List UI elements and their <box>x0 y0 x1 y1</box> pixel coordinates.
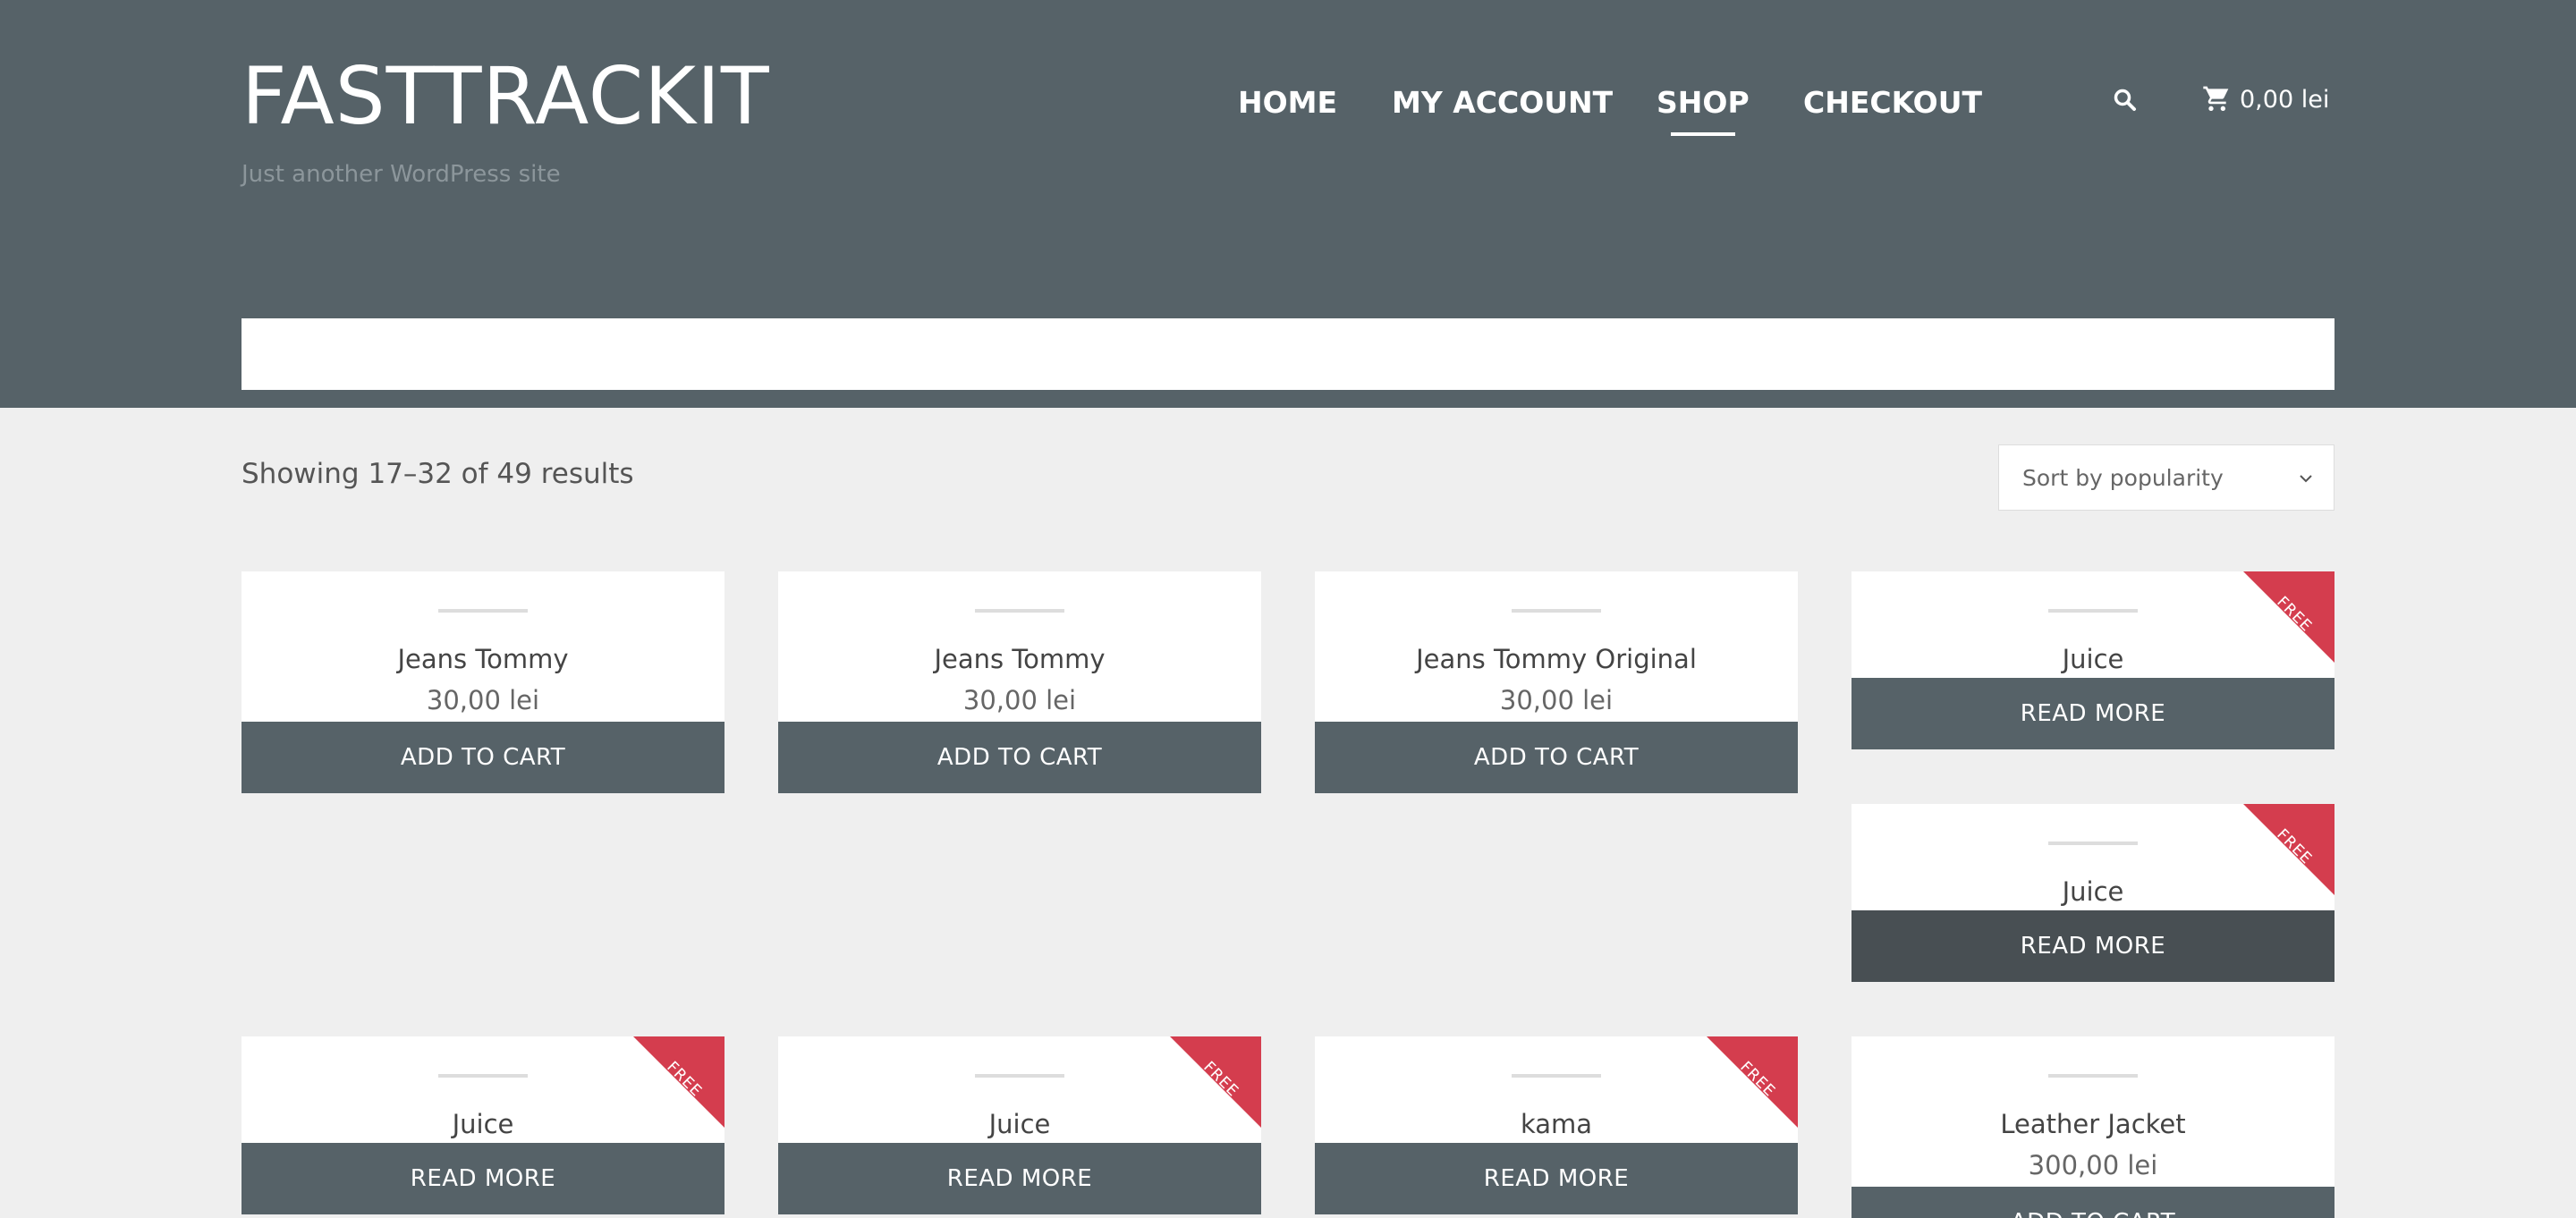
divider <box>1512 609 1601 613</box>
product-card[interactable]: Jeans Tommy Original 30,00 lei ADD TO CA… <box>1315 571 1798 793</box>
read-more-button[interactable]: READ MORE <box>242 1143 724 1214</box>
divider <box>975 609 1064 613</box>
read-more-button[interactable]: READ MORE <box>1852 910 2334 982</box>
add-to-cart-button[interactable]: ADD TO CART <box>242 722 724 793</box>
product-card[interactable]: Jeans Tommy 30,00 lei ADD TO CART <box>778 571 1261 793</box>
add-to-cart-button[interactable]: ADD TO CART <box>1315 722 1798 793</box>
site-header: FASTTRACKIT Just another WordPress site … <box>0 0 2576 408</box>
free-badge: FREE <box>2243 804 2334 895</box>
search-icon[interactable] <box>2113 88 2138 113</box>
site-title[interactable]: FASTTRACKIT <box>242 52 770 141</box>
product-card[interactable]: Leather Jacket 300,00 lei ADD TO CART <box>1852 1036 2334 1218</box>
sort-select[interactable]: Sort by popularity <box>1998 444 2334 511</box>
divider <box>975 1074 1064 1078</box>
nav-item-checkout[interactable]: CHECKOUT <box>1803 84 1982 122</box>
read-more-button[interactable]: READ MORE <box>1315 1143 1798 1214</box>
product-price: 30,00 lei <box>962 685 1077 715</box>
divider <box>2048 842 2138 845</box>
divider <box>438 1074 528 1078</box>
product-title[interactable]: Jeans Tommy Original <box>1315 641 1798 677</box>
divider <box>1512 1074 1601 1078</box>
page-banner <box>242 318 2334 390</box>
read-more-button[interactable]: READ MORE <box>1852 678 2334 749</box>
read-more-button[interactable]: READ MORE <box>778 1143 1261 1214</box>
product-title[interactable]: Jeans Tommy <box>242 641 724 677</box>
product-title[interactable]: Jeans Tommy <box>778 641 1261 677</box>
divider <box>2048 1074 2138 1078</box>
product-card[interactable]: Juice READ MORE FREE <box>1852 804 2334 982</box>
result-count: Showing 17–32 of 49 results <box>242 458 634 490</box>
sort-selected-value: Sort by popularity <box>2022 465 2224 491</box>
free-badge: FREE <box>2243 571 2334 663</box>
nav-item-home[interactable]: HOME <box>1238 84 1337 122</box>
nav-item-shop[interactable]: SHOP <box>1657 84 1750 136</box>
cart-icon <box>2202 84 2231 113</box>
site-tagline: Just another WordPress site <box>242 161 561 188</box>
product-card[interactable]: kama READ MORE FREE <box>1315 1036 1798 1214</box>
product-price: 300,00 lei <box>2028 1150 2158 1180</box>
free-badge: FREE <box>1707 1036 1798 1128</box>
divider <box>2048 609 2138 613</box>
product-card[interactable]: Juice READ MORE FREE <box>242 1036 724 1214</box>
product-card[interactable]: Jeans Tommy 30,00 lei ADD TO CART <box>242 571 724 793</box>
free-badge: FREE <box>1170 1036 1261 1128</box>
product-title[interactable]: Leather Jacket <box>1852 1106 2334 1142</box>
divider <box>438 609 528 613</box>
cart-total: 0,00 lei <box>2240 86 2330 114</box>
product-price: 30,00 lei <box>426 685 540 715</box>
product-card[interactable]: Juice READ MORE FREE <box>778 1036 1261 1214</box>
product-price: 30,00 lei <box>1499 685 1614 715</box>
nav-item-my-account[interactable]: MY ACCOUNT <box>1392 84 1613 122</box>
free-badge: FREE <box>633 1036 724 1128</box>
add-to-cart-button[interactable]: ADD TO CART <box>778 722 1261 793</box>
add-to-cart-button[interactable]: ADD TO CART <box>1852 1187 2334 1218</box>
chevron-down-icon <box>2298 470 2314 486</box>
product-card[interactable]: Juice READ MORE FREE <box>1852 571 2334 749</box>
